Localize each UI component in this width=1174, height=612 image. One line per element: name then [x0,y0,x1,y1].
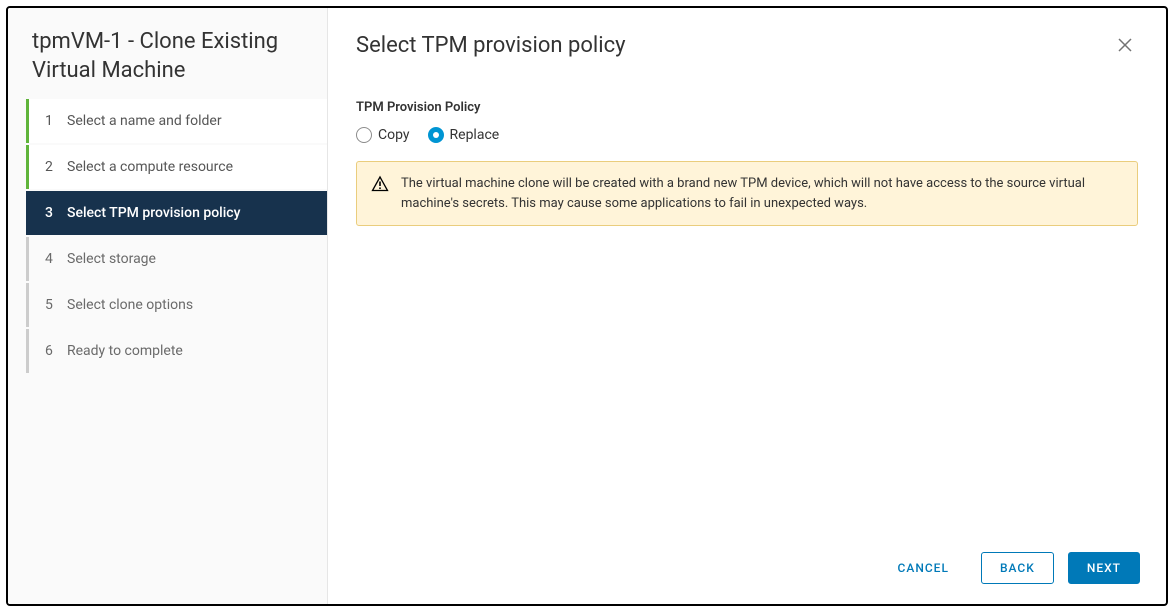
wizard-sidebar: tpmVM-1 - Clone Existing Virtual Machine… [8,8,328,604]
step-3-tpm-policy[interactable]: 3 Select TPM provision policy [26,191,327,235]
step-number: 4 [45,251,67,267]
step-number: 3 [45,205,67,221]
main-content: TPM Provision Policy Copy Replace [328,68,1166,538]
step-label: Select storage [67,251,311,267]
warning-alert: The virtual machine clone will be create… [356,161,1138,226]
warning-icon [371,175,389,213]
step-number: 2 [45,159,67,175]
step-label: Select TPM provision policy [67,205,311,221]
wizard-main-panel: Select TPM provision policy TPM Provisio… [328,8,1166,604]
back-button[interactable]: BACK [981,552,1054,584]
radio-option-replace[interactable]: Replace [428,127,500,143]
radio-indicator [356,127,372,143]
radio-label: Copy [378,127,410,143]
wizard-footer: CANCEL BACK NEXT [328,538,1166,604]
radio-label: Replace [450,127,500,143]
section-heading: TPM Provision Policy [356,100,1138,115]
step-number: 1 [45,113,67,129]
step-label: Select a name and folder [67,113,311,129]
step-4-storage[interactable]: 4 Select storage [26,237,327,281]
step-label: Ready to complete [67,343,311,359]
next-button[interactable]: NEXT [1068,552,1140,584]
alert-text: The virtual machine clone will be create… [401,174,1123,213]
step-6-ready[interactable]: 6 Ready to complete [26,329,327,373]
wizard-steps: 1 Select a name and folder 2 Select a co… [8,99,327,375]
tpm-policy-radio-group: Copy Replace [356,127,1138,143]
wizard-title: tpmVM-1 - Clone Existing Virtual Machine [8,28,327,99]
close-icon [1116,36,1134,54]
page-title: Select TPM provision policy [356,33,626,58]
step-label: Select clone options [67,297,311,313]
step-1-name-folder[interactable]: 1 Select a name and folder [26,99,327,143]
step-number: 5 [45,297,67,313]
step-label: Select a compute resource [67,159,311,175]
clone-vm-wizard-modal: tpmVM-1 - Clone Existing Virtual Machine… [6,6,1168,606]
radio-indicator-selected [428,127,444,143]
main-header: Select TPM provision policy [328,8,1166,68]
close-button[interactable] [1112,32,1138,58]
cancel-button[interactable]: CANCEL [880,553,967,583]
step-2-compute-resource[interactable]: 2 Select a compute resource [26,145,327,189]
step-number: 6 [45,343,67,359]
radio-option-copy[interactable]: Copy [356,127,410,143]
step-5-clone-options[interactable]: 5 Select clone options [26,283,327,327]
